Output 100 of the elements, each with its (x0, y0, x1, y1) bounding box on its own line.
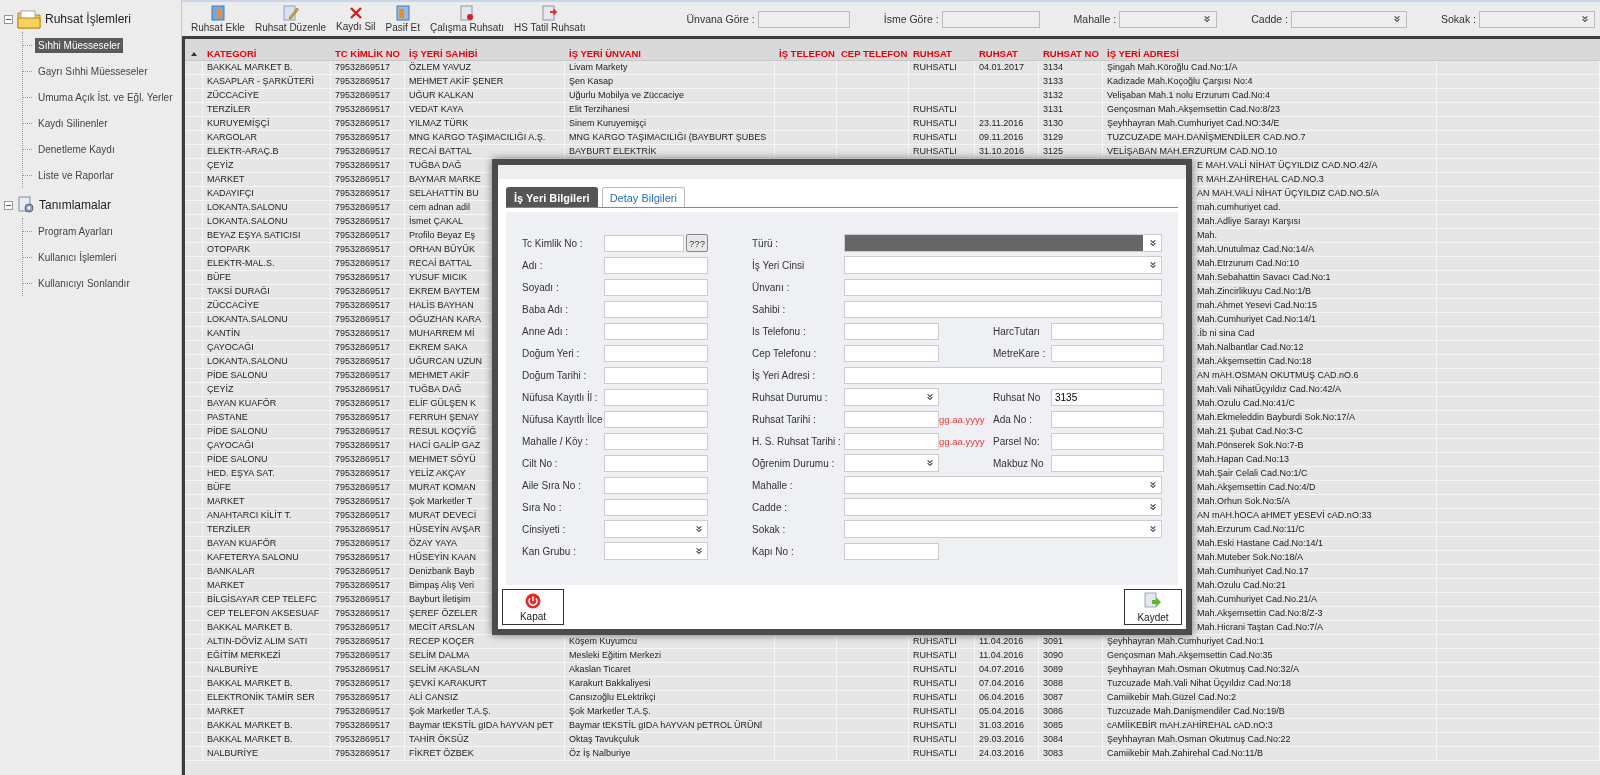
select-field[interactable] (604, 542, 708, 560)
table-cell: KAFETERYA SALONU (203, 551, 331, 564)
text-field[interactable] (604, 322, 708, 340)
filter-select[interactable] (1291, 10, 1407, 28)
table-cell: RUHSATLI (909, 117, 975, 130)
text-field[interactable] (604, 300, 708, 318)
table-cell: 79532869517 (331, 89, 405, 102)
tab[interactable]: Detay Bilgileri (601, 187, 685, 207)
text-field[interactable] (604, 278, 708, 296)
select-field[interactable] (844, 520, 1162, 538)
select-field[interactable] (604, 520, 708, 538)
table-cell: 79532869517 (331, 635, 405, 648)
sort-icon[interactable] (191, 52, 197, 56)
field-label: Parsel No: (993, 435, 1041, 447)
toolbar-button[interactable]: Ruhsat Ekle (186, 5, 250, 33)
toolbar-button[interactable]: Çalışma Ruhsatı (425, 5, 509, 33)
table-cell: Oktaş Tavukçuluk (565, 733, 775, 746)
text-field[interactable] (844, 322, 939, 340)
toolbar-button[interactable]: Kaydı Sil (331, 6, 381, 32)
table-cell: RUHSATLI (909, 733, 975, 746)
table-cell: RUHSATLI (909, 61, 975, 74)
save-button[interactable]: Kaydet (1124, 589, 1182, 625)
text-field[interactable] (604, 256, 708, 274)
select-field[interactable] (844, 256, 1162, 274)
text-field[interactable] (604, 366, 708, 384)
text-field[interactable] (604, 410, 708, 428)
text-field[interactable] (844, 344, 939, 362)
text-field[interactable] (604, 234, 684, 252)
text-field[interactable] (844, 366, 1162, 384)
collapse-icon[interactable] (4, 200, 13, 210)
table-cell: ÇEYİZ (203, 383, 331, 396)
tree-group-label[interactable]: Tanımlamalar (39, 198, 112, 212)
text-field[interactable] (1051, 454, 1164, 472)
table-cell: 06.04.2016 (975, 691, 1039, 704)
table-cell: 24.03.2016 (975, 747, 1039, 760)
text-field[interactable] (1051, 410, 1164, 428)
text-field[interactable] (844, 410, 939, 428)
table-cell: RUHSATLI (909, 145, 975, 158)
table-cell: ZÜCCACİYE (203, 299, 331, 312)
field-label: Makbuz No (993, 457, 1045, 469)
table-cell: 3086 (1039, 705, 1103, 718)
field-label: İş Yeri Adresi : (752, 369, 817, 381)
table-cell: 09.11.2016 (975, 131, 1039, 144)
tree-item[interactable]: Sıhhi Müesseseler (35, 37, 124, 53)
filter-field[interactable] (941, 10, 1040, 28)
tree-item[interactable]: Kullanıcı İşlemleri (35, 249, 120, 265)
tree-item[interactable]: Program Ayarları (35, 223, 116, 239)
text-field[interactable] (844, 432, 939, 450)
tab[interactable]: İş Yeri Bilgileri (506, 187, 598, 207)
text-field[interactable] (604, 344, 708, 362)
table-cell: Cansızoğlu ELektrikçi (565, 691, 775, 704)
text-field[interactable] (1051, 322, 1164, 340)
text-field[interactable] (844, 542, 939, 560)
table-cell: 3132 (1039, 89, 1103, 102)
table-cell: Şeyhhayran Mah.Osman Okutmuş Cad.No:32/A (1103, 663, 1437, 676)
tree-group-label[interactable]: Ruhsat İşlemleri (45, 12, 132, 26)
tree-item[interactable]: Kaydı Silinenler (35, 115, 111, 131)
text-field[interactable] (604, 498, 708, 516)
delete-icon (348, 6, 363, 20)
field-label: Mahalle : (752, 479, 794, 491)
text-field[interactable] (604, 454, 708, 472)
select-field[interactable] (844, 476, 1162, 494)
text-field[interactable] (1051, 432, 1164, 450)
select-field[interactable] (844, 454, 939, 472)
table-cell: 11.04.2016 (975, 649, 1039, 662)
table-cell: ÇAYOCAĞI (203, 341, 331, 354)
table-cell: 79532869517 (331, 467, 405, 480)
table-cell: RECAİ BATTAL (405, 145, 565, 158)
lookup-button[interactable]: ??? (686, 234, 708, 252)
toolbar-button[interactable]: Ruhsat Düzenle (249, 5, 332, 33)
select-field[interactable] (844, 498, 1162, 516)
close-button[interactable]: Kapat (502, 589, 564, 625)
tree-item[interactable]: Umuma Açık İst. ve Eğl. Yerler (35, 89, 176, 105)
table-cell: Velişaban Mah.1 nolu Erzurum Cad.No:4 (1103, 89, 1437, 102)
select-field[interactable] (844, 388, 939, 406)
field-label: Ünvanı : (752, 281, 791, 293)
text-field[interactable] (844, 278, 1162, 296)
toolbar-button[interactable]: Pasif Et (380, 5, 425, 33)
text-field[interactable] (604, 432, 708, 450)
text-field[interactable] (844, 300, 1162, 318)
text-field[interactable] (604, 388, 708, 406)
table-cell: BEYAZ EŞYA SATICISI (203, 229, 331, 242)
table-cell: MARKET (203, 173, 331, 186)
table-cell: 79532869517 (331, 397, 405, 410)
collapse-icon[interactable] (4, 14, 13, 24)
table-cell: 79532869517 (331, 747, 405, 760)
filter-select[interactable] (1119, 10, 1218, 28)
text-field[interactable]: 3135 (1051, 388, 1164, 406)
table-cell: NALBURİYE (203, 747, 331, 760)
toolbar-button[interactable]: HS Tatil Ruhsatı (508, 5, 591, 33)
text-field[interactable] (1051, 344, 1164, 362)
filter-field[interactable] (757, 10, 850, 28)
tree-item[interactable]: Liste ve Raporlar (35, 167, 117, 183)
table-cell: 3089 (1039, 663, 1103, 676)
tree-item[interactable]: Denetleme Kaydı (35, 141, 118, 157)
tree-item[interactable]: Kullanıcıyı Sonlandır (35, 275, 133, 291)
dropdown-icon (925, 392, 935, 402)
text-field[interactable] (604, 476, 708, 494)
filter-select[interactable] (1479, 10, 1596, 28)
tree-item[interactable]: Gayrı Sıhhi Müesseseler (35, 63, 151, 79)
